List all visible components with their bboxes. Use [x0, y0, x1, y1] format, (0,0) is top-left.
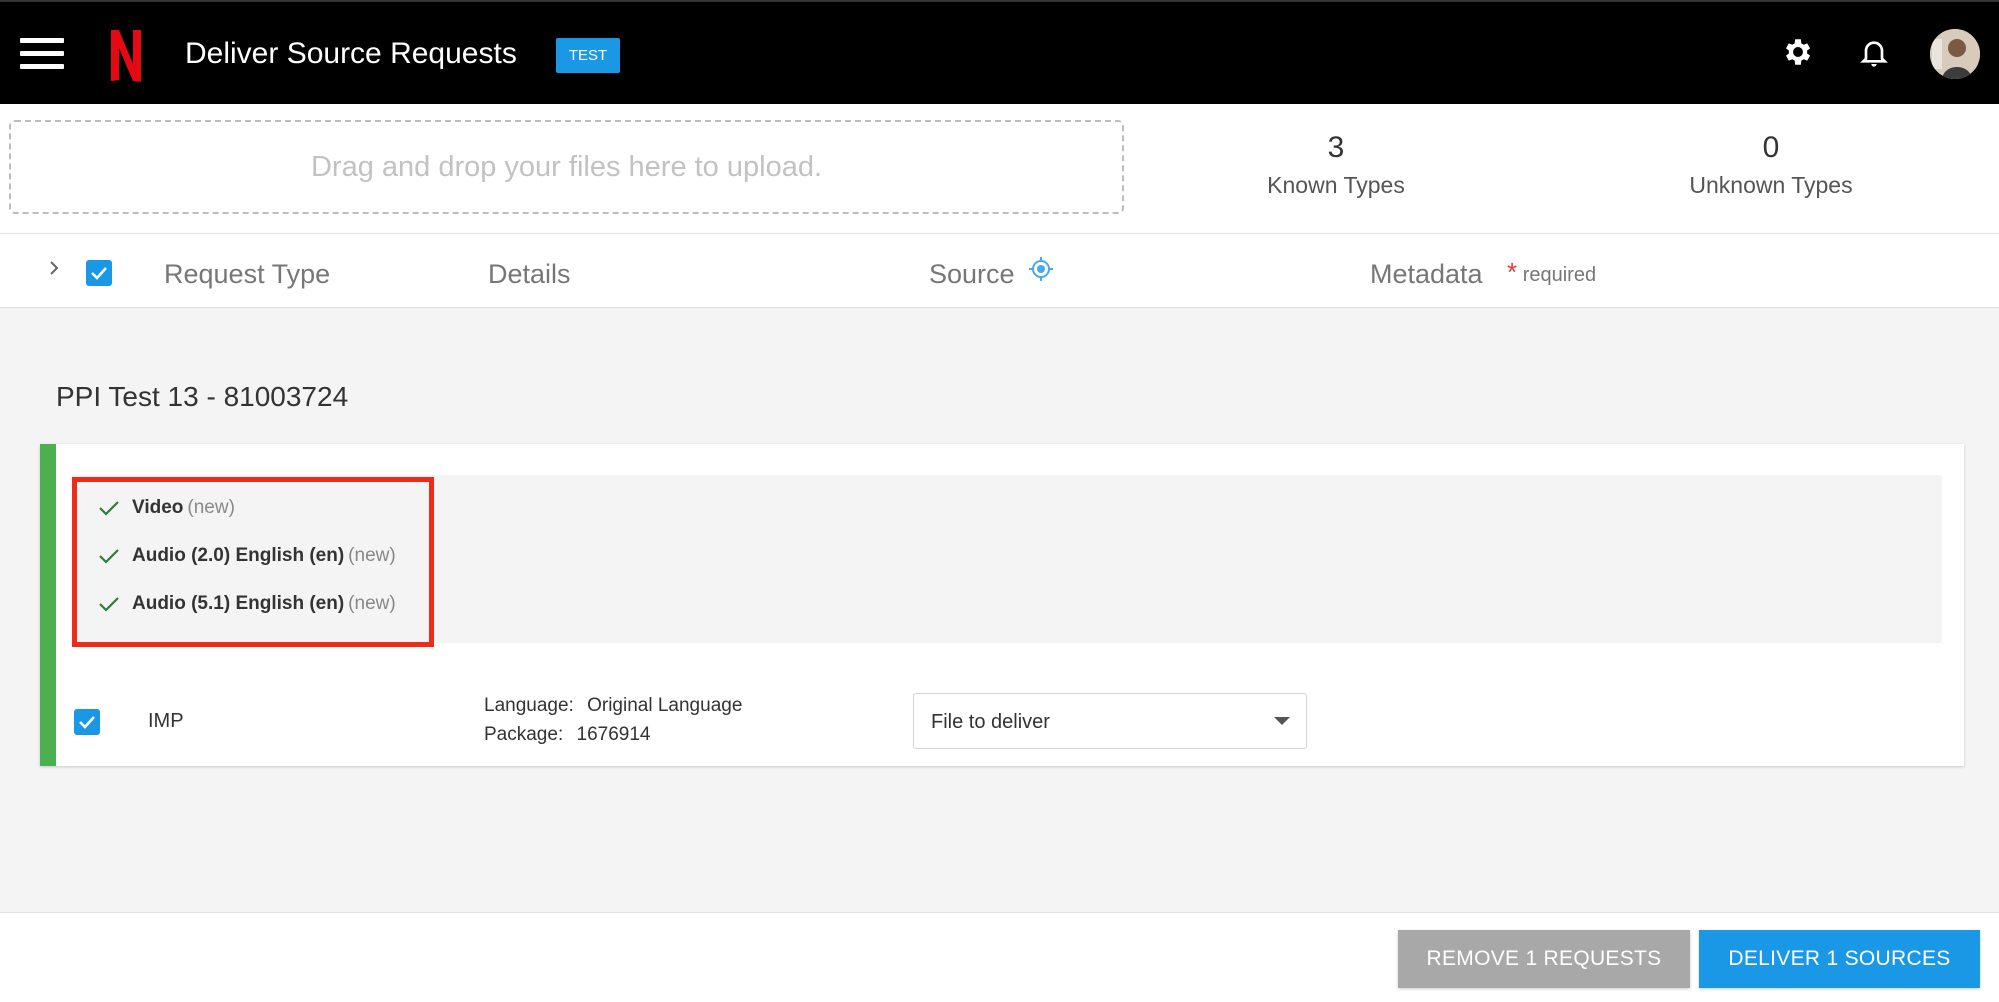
- column-source[interactable]: Source: [929, 254, 1015, 294]
- unknown-types-label: Unknown Types: [1689, 172, 1853, 198]
- top-app-bar: Deliver Source Requests TEST: [0, 0, 1999, 104]
- remove-requests-button[interactable]: REMOVE 1 REQUESTS: [1398, 930, 1690, 988]
- request-type-value: IMP: [148, 710, 184, 732]
- source-file-select[interactable]: File to deliver: [913, 693, 1307, 749]
- netflix-logo[interactable]: [109, 30, 143, 82]
- app-title: Deliver Source Requests: [185, 37, 517, 70]
- known-types-stat: 3 Known Types: [1206, 128, 1466, 202]
- menu-icon[interactable]: [20, 38, 64, 70]
- detail-package: Package: 1676914: [484, 721, 650, 749]
- checkbox-checked-icon: [79, 716, 95, 729]
- env-badge: TEST: [556, 38, 620, 73]
- status-accent-bar: [40, 444, 56, 766]
- gear-icon[interactable]: [1781, 35, 1815, 69]
- required-note: * required: [1507, 257, 1596, 290]
- detail-language-key: Language:: [484, 695, 574, 716]
- unknown-types-stat: 0 Unknown Types: [1641, 128, 1901, 202]
- table-header: Request Type Details Source Metadata: [0, 234, 1999, 308]
- action-footer: REMOVE 1 REQUESTS DELIVER 1 SOURCES: [0, 912, 1999, 1002]
- dropzone-text: Drag and drop your files here to upload.: [310, 150, 823, 183]
- unknown-types-count: 0: [1762, 131, 1780, 164]
- bell-icon[interactable]: [1858, 35, 1890, 69]
- upload-strip: Drag and drop your files here to upload.…: [0, 104, 1999, 234]
- detail-language: Language: Original Language: [484, 692, 742, 720]
- annotation-highlight-box: [72, 477, 434, 647]
- request-row-checkbox[interactable]: [74, 709, 100, 735]
- checkbox-checked-icon: [91, 267, 107, 280]
- chevron-down-icon: [1274, 717, 1290, 725]
- required-label: required: [1522, 264, 1597, 286]
- known-types-label: Known Types: [1267, 172, 1405, 198]
- column-request-type[interactable]: Request Type: [164, 254, 330, 294]
- known-types-count: 3: [1327, 131, 1345, 164]
- detail-language-value: Original Language: [587, 695, 743, 716]
- avatar[interactable]: [1930, 29, 1980, 79]
- source-file-select-value: File to deliver: [931, 711, 1050, 733]
- file-dropzone[interactable]: Drag and drop your files here to upload.: [9, 120, 1124, 214]
- chevron-right-icon[interactable]: [46, 260, 62, 276]
- detail-package-key: Package:: [484, 724, 564, 745]
- required-star: *: [1507, 257, 1518, 287]
- group-title: PPI Test 13 - 81003724: [56, 381, 349, 412]
- select-all-checkbox[interactable]: [86, 260, 112, 286]
- column-details[interactable]: Details: [488, 254, 571, 294]
- detail-package-value: 1676914: [576, 724, 651, 745]
- crosshair-icon[interactable]: [1027, 255, 1055, 283]
- deliver-sources-button[interactable]: DELIVER 1 SOURCES: [1699, 930, 1980, 988]
- column-metadata[interactable]: Metadata: [1370, 254, 1483, 294]
